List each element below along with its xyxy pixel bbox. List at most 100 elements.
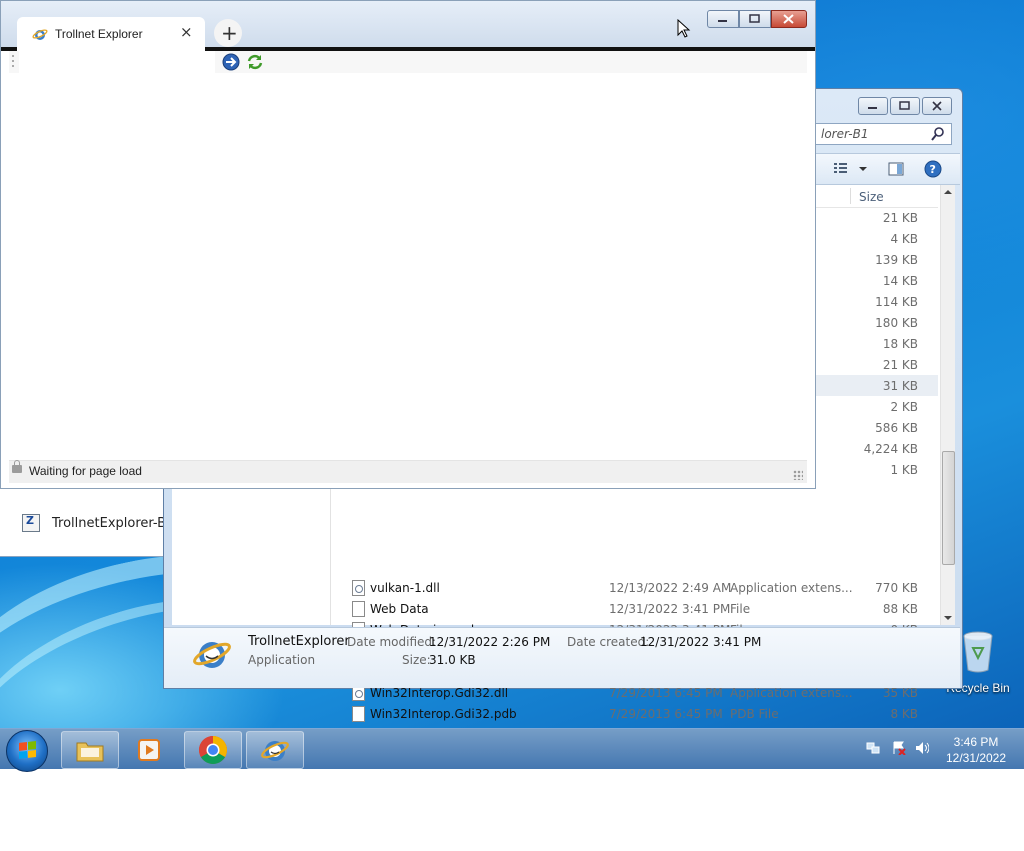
mouse-cursor-icon xyxy=(677,19,691,38)
file-size: 2 KB xyxy=(890,400,918,414)
list-item[interactable]: TrollnetExplorer-B1 xyxy=(22,514,174,532)
browser-title-bar[interactable]: Trollnet Explorer × + xyxy=(1,1,815,51)
taskbar-trollnet[interactable] xyxy=(246,731,304,769)
trollnet-tab-icon xyxy=(32,29,48,40)
windows-logo-icon xyxy=(19,741,36,759)
view-options-icon[interactable] xyxy=(832,160,872,178)
toolbar-grip-icon xyxy=(12,55,14,67)
file-size: 31 KB xyxy=(882,379,918,393)
close-icon xyxy=(783,14,794,24)
maximize-button[interactable] xyxy=(739,10,771,28)
date-created-label: Date created: xyxy=(567,635,650,649)
file-size: 18 KB xyxy=(882,337,918,351)
help-icon[interactable]: ? xyxy=(924,160,942,178)
trollnet-app-icon xyxy=(193,642,231,668)
go-arrow-icon[interactable] xyxy=(222,53,240,71)
media-player-icon xyxy=(138,739,160,761)
application-icon xyxy=(22,514,40,532)
taskbar-chrome[interactable] xyxy=(184,731,242,769)
file-size: 21 KB xyxy=(882,211,918,225)
close-button[interactable] xyxy=(922,97,952,115)
taskbar-media-player[interactable] xyxy=(121,731,179,769)
file-date: 7/29/2013 6:45 PM xyxy=(609,686,723,700)
size-value: 31.0 KB xyxy=(429,653,476,667)
close-icon xyxy=(932,101,942,111)
table-row[interactable]: Win32Interop.Gdi32.pdb 7/29/2013 6:45 PM P… xyxy=(330,703,938,724)
action-center-icon[interactable] xyxy=(892,741,906,755)
file-name: Win32Interop.Gdi32.pdb xyxy=(370,707,517,721)
column-separator[interactable] xyxy=(850,188,851,204)
page-content[interactable] xyxy=(9,74,807,461)
tab-trollnet-explorer[interactable]: Trollnet Explorer × xyxy=(17,17,205,51)
taskbar: 3:46 PM 12/31/2022 xyxy=(0,728,1024,772)
search-text: lorer-B1 xyxy=(821,127,869,141)
table-row[interactable]: Web Data 12/31/2022 3:41 PM File 88 KB xyxy=(330,598,938,619)
file-size: 586 KB xyxy=(875,421,918,435)
file-size: 8 KB xyxy=(890,707,918,721)
maximize-button[interactable] xyxy=(890,97,920,115)
recycle-bin-icon xyxy=(963,631,993,673)
date-created-value: 12/31/2022 3:41 PM xyxy=(640,635,762,649)
scrollbar-thumb[interactable] xyxy=(942,451,955,565)
status-text: Waiting for page load xyxy=(29,464,142,478)
file-date: 12/31/2022 3:41 PM xyxy=(609,602,731,616)
vertical-scrollbar[interactable] xyxy=(940,185,955,625)
file-type: Application extens... xyxy=(730,581,853,595)
address-bar-row xyxy=(9,51,807,73)
details-file-kind: Application xyxy=(248,653,316,667)
system-clock[interactable]: 3:46 PM 12/31/2022 xyxy=(936,734,1016,766)
background-window[interactable]: TrollnetExplorer-B1 xyxy=(0,485,174,557)
trollnet-browser-window[interactable]: Trollnet Explorer × + Waiting for page l… xyxy=(0,0,816,489)
file-size: 770 KB xyxy=(875,581,918,595)
file-date: 7/29/2013 6:45 PM xyxy=(609,707,723,721)
taskbar-explorer[interactable] xyxy=(61,731,119,769)
tab-close-icon[interactable]: × xyxy=(180,23,193,41)
file-size: 14 KB xyxy=(882,274,918,288)
network-icon[interactable] xyxy=(866,741,880,755)
resize-grip-icon[interactable] xyxy=(793,470,803,480)
column-header-size[interactable]: Size xyxy=(859,190,884,204)
minimize-button[interactable] xyxy=(858,97,888,115)
date-modified-value: 12/31/2022 2:26 PM xyxy=(429,635,551,649)
address-input[interactable] xyxy=(19,51,215,73)
file-size: 4 KB xyxy=(890,232,918,246)
refresh-icon[interactable] xyxy=(246,53,264,71)
search-icon[interactable] xyxy=(931,127,945,141)
lock-icon xyxy=(12,460,22,473)
window-controls xyxy=(858,97,952,115)
file-type: Application extens... xyxy=(730,686,853,700)
file-type: PDB File xyxy=(730,707,779,721)
plus-icon: + xyxy=(221,21,238,45)
preview-pane-icon[interactable] xyxy=(888,160,904,178)
close-button[interactable] xyxy=(771,10,807,28)
size-label: Size: xyxy=(402,653,431,667)
dll-file-icon xyxy=(352,580,365,596)
status-bar: Waiting for page load xyxy=(9,460,807,483)
file-icon xyxy=(352,601,365,617)
scroll-down-icon[interactable] xyxy=(941,611,955,625)
list-item-label: TrollnetExplorer-B1 xyxy=(52,515,175,531)
chrome-icon xyxy=(199,736,227,764)
file-name: Win32Interop.Gdi32.dll xyxy=(370,686,509,700)
folder-icon xyxy=(76,742,104,762)
search-box[interactable]: lorer-B1 xyxy=(814,123,952,145)
new-tab-button[interactable]: + xyxy=(214,19,242,47)
minimize-icon xyxy=(868,107,877,109)
clock-date: 12/31/2022 xyxy=(945,751,1007,765)
file-size: 180 KB xyxy=(875,316,918,330)
maximize-icon xyxy=(749,14,760,23)
tab-title: Trollnet Explorer xyxy=(55,27,143,41)
minimize-button[interactable] xyxy=(707,10,739,28)
file-name: vulkan-1.dll xyxy=(370,581,440,595)
date-modified-label: Date modified: xyxy=(347,635,437,649)
file-date: 12/13/2022 2:49 AM xyxy=(609,581,732,595)
scroll-up-icon[interactable] xyxy=(941,185,955,199)
file-size: 4,224 KB xyxy=(863,442,918,456)
file-size: 88 KB xyxy=(882,602,918,616)
file-name: Web Data xyxy=(370,602,429,616)
maximize-icon xyxy=(899,101,910,110)
table-row[interactable]: vulkan-1.dll 12/13/2022 2:49 AM Applicatio… xyxy=(330,577,938,598)
start-button[interactable] xyxy=(6,730,48,772)
volume-icon[interactable] xyxy=(915,741,929,755)
file-size: 114 KB xyxy=(875,295,918,309)
